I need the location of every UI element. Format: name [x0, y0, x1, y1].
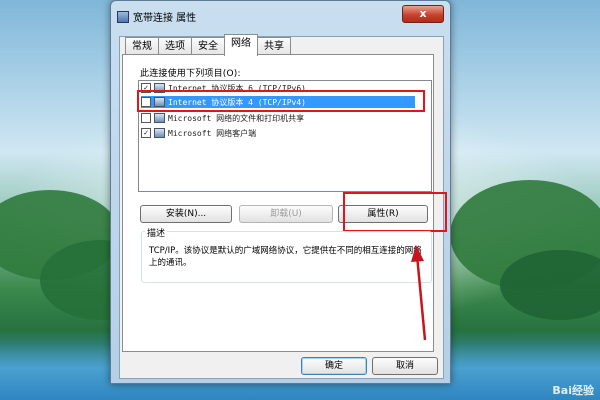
watermark-logo: Bai经验	[552, 384, 594, 397]
arrow-head	[411, 245, 424, 262]
annotation-arrow	[411, 245, 427, 341]
cancel-button[interactable]: 取消	[372, 357, 438, 375]
ok-button[interactable]: 确定	[301, 357, 367, 375]
arrow-shaft	[415, 254, 427, 341]
tab-networking[interactable]: 网络	[224, 34, 258, 56]
